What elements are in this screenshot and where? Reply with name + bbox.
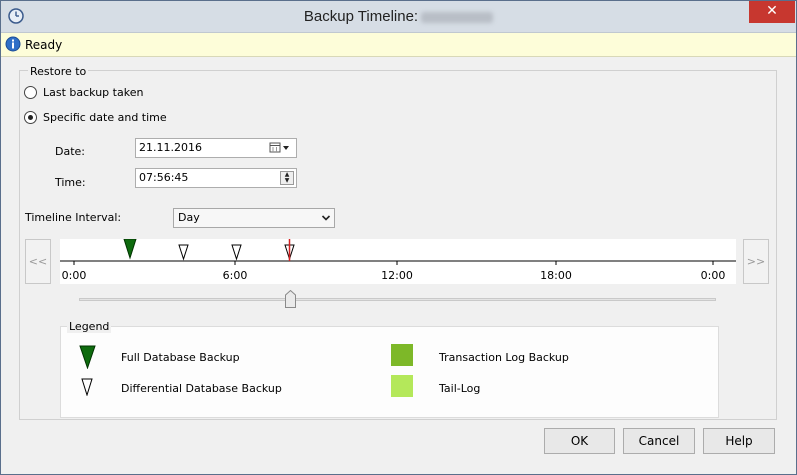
date-value: 21.11.2016	[139, 141, 202, 154]
timeline-track[interactable]: 0:00 6:00 12:00 18:00 0:00	[60, 238, 736, 284]
timeline-prev-button[interactable]: <<	[25, 239, 51, 284]
status-text: Ready	[25, 38, 63, 52]
transaction-log-icon	[391, 344, 413, 366]
radio-last-backup[interactable]: Last backup taken	[24, 86, 143, 99]
tick-label: 0:00	[62, 269, 87, 282]
help-button[interactable]: Help	[703, 428, 775, 454]
radio-last-backup-label: Last backup taken	[43, 86, 144, 99]
calendar-dropdown-icon[interactable]	[269, 142, 293, 154]
differential-backup-icon	[81, 378, 93, 396]
title-bar[interactable]: Backup Timeline: ✕	[1, 1, 796, 33]
date-label: Date:	[55, 145, 85, 158]
date-picker[interactable]: 21.11.2016	[135, 138, 297, 158]
chevron-down-icon	[321, 215, 331, 221]
tick-label: 0:00	[701, 269, 726, 282]
timeline-interval-label: Timeline Interval:	[25, 211, 122, 224]
spin-down-icon[interactable]: ▼	[281, 178, 293, 184]
time-spinner[interactable]: ▲ ▼	[280, 171, 294, 185]
redacted-database-name	[421, 11, 494, 23]
full-backup-icon	[79, 345, 96, 369]
time-label: Time:	[55, 176, 86, 189]
window-title: Backup Timeline:	[1, 8, 796, 25]
restore-to-label: Restore to	[28, 65, 89, 78]
time-picker[interactable]: 07:56:45 ▲ ▼	[135, 168, 297, 188]
backup-timeline-window: Backup Timeline: ✕ Ready Restore to Last…	[0, 0, 797, 475]
legend-title: Legend	[67, 320, 112, 333]
radio-specific-date[interactable]: Specific date and time	[24, 111, 167, 124]
status-bar: Ready	[1, 33, 796, 57]
radio-specific-date-label: Specific date and time	[43, 111, 167, 124]
legend-full-backup-label: Full Database Backup	[121, 351, 240, 364]
timeline-slider-track[interactable]	[79, 298, 716, 301]
timeline-interval-select[interactable]: Day	[173, 208, 335, 228]
differential-backup-marker-icon[interactable]	[178, 244, 189, 261]
tick-label: 18:00	[540, 269, 572, 282]
cancel-button[interactable]: Cancel	[623, 428, 695, 454]
time-value: 07:56:45	[139, 171, 189, 184]
timeline-next-button[interactable]: >>	[743, 239, 769, 284]
radio-circle[interactable]	[24, 86, 37, 99]
window-title-text: Backup Timeline:	[303, 8, 419, 25]
info-icon	[5, 36, 21, 52]
timeline-interval-value: Day	[178, 211, 200, 224]
legend-group	[60, 326, 719, 418]
legend-differential-backup-label: Differential Database Backup	[121, 382, 282, 395]
tick-label: 6:00	[223, 269, 248, 282]
ok-button[interactable]: OK	[544, 428, 615, 454]
tick-label: 12:00	[381, 269, 413, 282]
radio-circle[interactable]	[24, 111, 37, 124]
close-button[interactable]: ✕	[749, 1, 795, 23]
timeline-svg: 0:00 6:00 12:00 18:00 0:00	[60, 238, 736, 282]
legend-tail-log-label: Tail-Log	[439, 382, 481, 395]
timeline-slider-thumb[interactable]	[285, 290, 296, 308]
tail-log-icon	[391, 375, 413, 397]
differential-backup-marker-icon[interactable]	[231, 244, 242, 261]
full-backup-marker-icon[interactable]	[123, 238, 137, 260]
legend-transaction-log-label: Transaction Log Backup	[439, 351, 569, 364]
